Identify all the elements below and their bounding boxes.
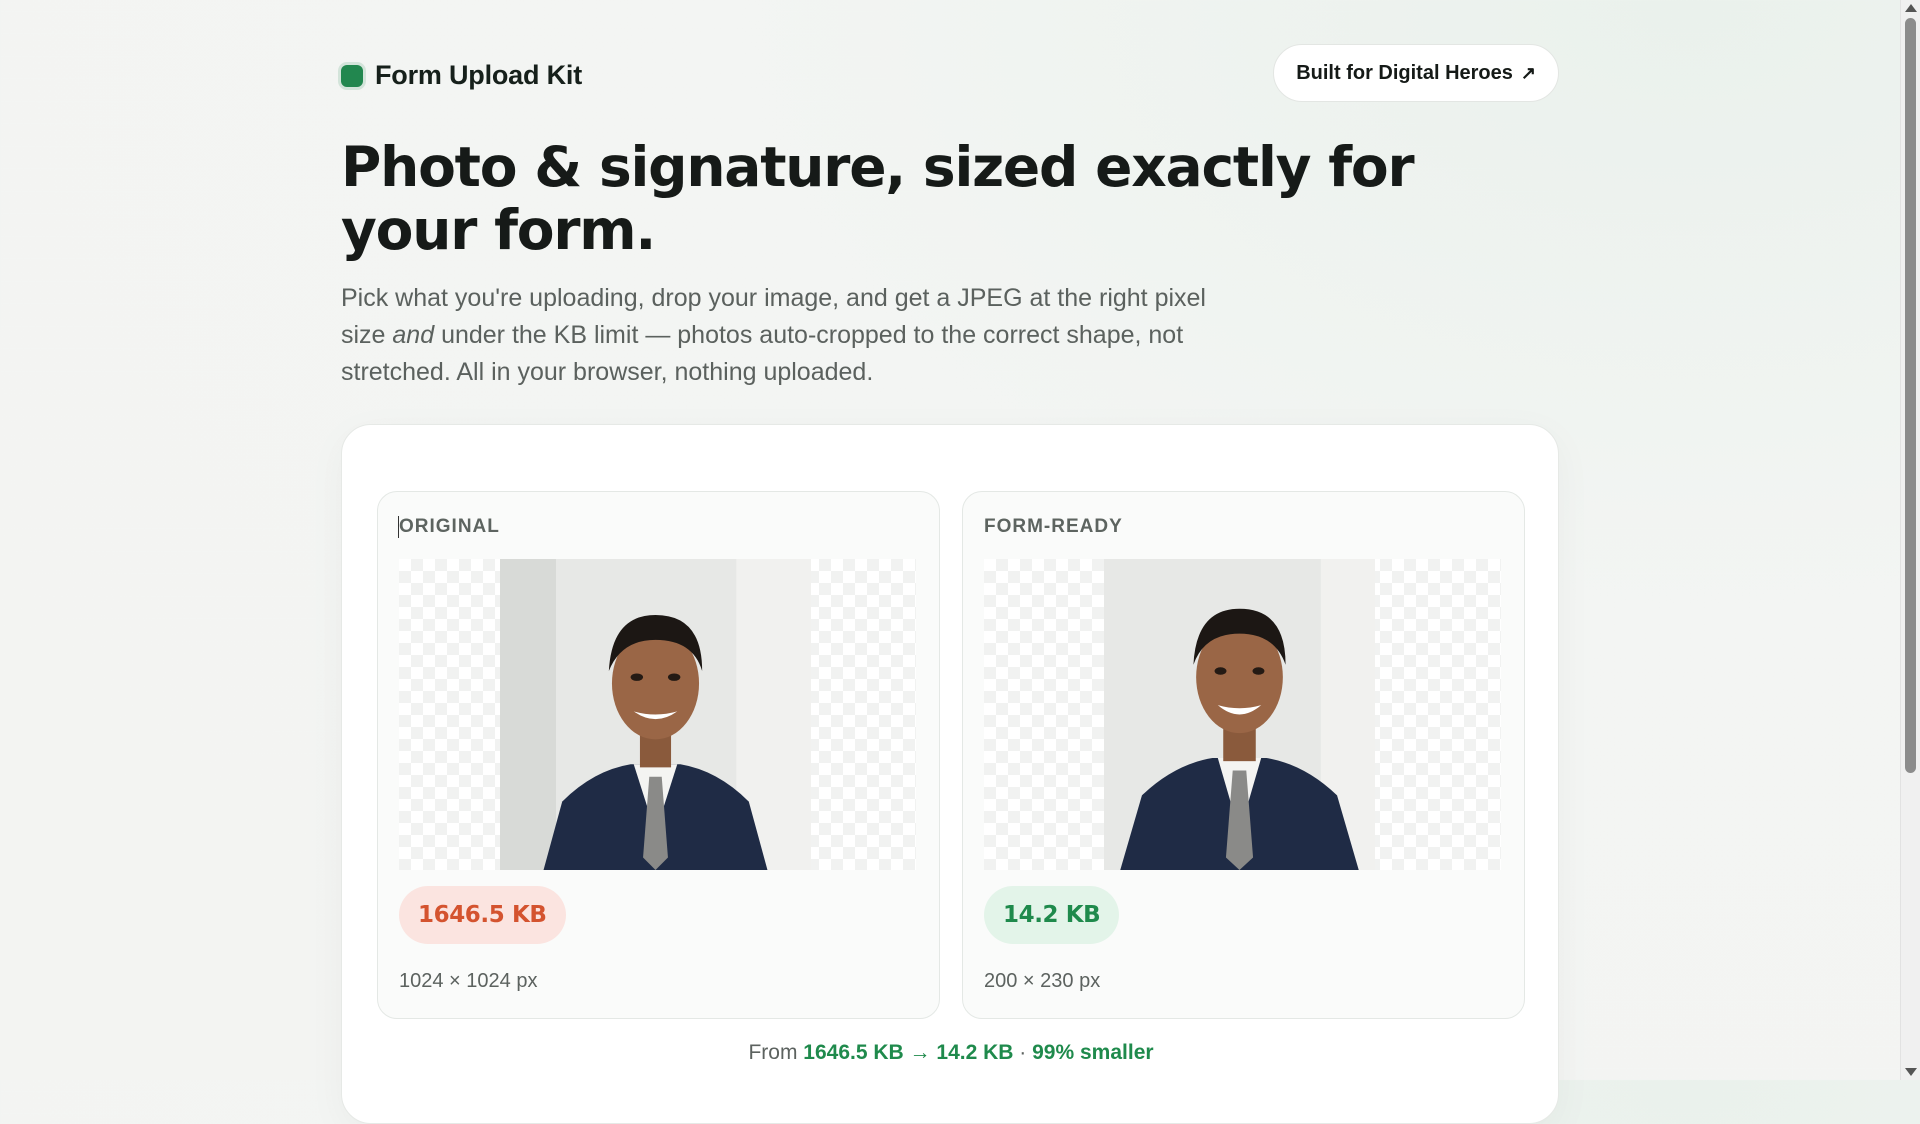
description-text-2: under the KB limit — photos auto-cropped… [341,321,1184,386]
summary-arrow-icon: → [909,1041,931,1064]
original-label: ORIGINAL [399,516,500,537]
original-preview [399,559,916,870]
brand-name: Form Upload Kit [375,60,582,90]
page-scrollbar[interactable] [1900,0,1920,1080]
scroll-up-icon[interactable] [1905,4,1917,12]
comparison-card: ORIGINAL 1646.5 KB 1024 × 1024 px FORM-R… [341,424,1559,1124]
summary-prefix: From [748,1041,798,1064]
form-ready-panel: FORM-READY 14.2 KB 200 × 230 px [962,491,1525,1019]
scroll-down-icon[interactable] [1905,1068,1917,1076]
form-ready-dimensions: 200 × 230 px [984,970,1101,992]
original-photo [500,559,811,870]
size-summary: From 1646.5 KB → 14.2 KB · 99% smaller [342,1041,1560,1065]
description-emphasis: and [392,321,435,349]
original-panel: ORIGINAL 1646.5 KB 1024 × 1024 px [377,491,940,1019]
brand[interactable]: Form Upload Kit [341,60,582,91]
form-ready-photo [1104,559,1375,870]
scroll-thumb[interactable] [1905,18,1916,773]
summary-from: 1646.5 KB [803,1041,904,1064]
page-title: Photo & signature, sized exactly for you… [341,135,1415,262]
built-for-link[interactable]: Built for Digital Heroes ↗ [1273,44,1559,102]
summary-reduction: 99% smaller [1032,1041,1154,1064]
form-ready-preview [984,559,1501,870]
page-description: Pick what you're uploading, drop your im… [341,280,1221,391]
original-size-badge: 1646.5 KB [399,886,566,944]
original-dimensions: 1024 × 1024 px [399,970,538,992]
form-ready-size-badge: 14.2 KB [984,886,1120,944]
external-link-icon: ↗ [1520,62,1536,83]
built-for-link-label: Built for Digital Heroes [1296,61,1513,84]
brand-logo-icon [341,64,363,87]
form-ready-label: FORM-READY [984,516,1123,537]
summary-separator: · [1019,1041,1027,1064]
top-bar: Form Upload Kit Built for Digital Heroes… [341,44,1559,104]
summary-to: 14.2 KB [936,1041,1014,1064]
